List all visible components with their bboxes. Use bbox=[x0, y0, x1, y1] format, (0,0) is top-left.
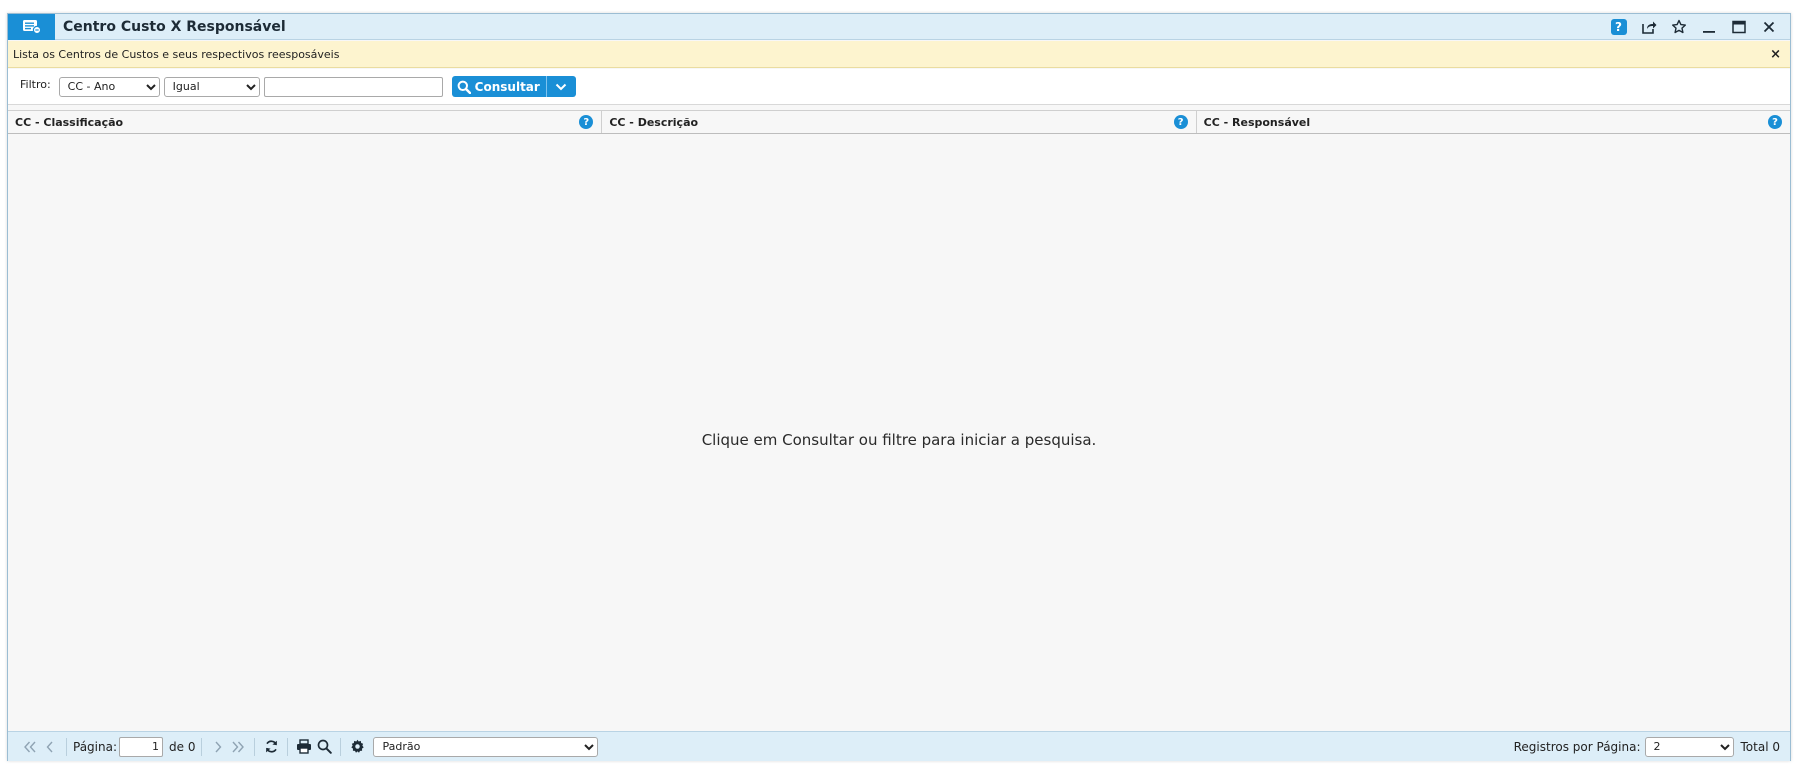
divider bbox=[287, 737, 289, 756]
zoom-search-button[interactable] bbox=[314, 737, 334, 757]
filter-label: Filtro: bbox=[20, 78, 51, 91]
consult-dropdown-button[interactable] bbox=[545, 76, 576, 97]
empty-state-message: Clique em Consultar ou filtre para inici… bbox=[701, 431, 1097, 449]
first-page-button[interactable] bbox=[20, 737, 40, 757]
previous-page-button[interactable] bbox=[40, 737, 60, 757]
filter-bar: Filtro: CC - Ano Igual Consultar bbox=[8, 69, 1790, 105]
minimize-icon bbox=[1702, 30, 1715, 33]
app-window: Centro Custo X Responsável ? Lista os Ce… bbox=[7, 13, 1791, 761]
favorite-button[interactable] bbox=[1667, 16, 1690, 38]
rows-per-page-select[interactable]: 2 bbox=[1644, 736, 1734, 757]
pagination-bar: Página: de 0 bbox=[8, 731, 1790, 761]
app-list-icon bbox=[8, 13, 55, 40]
page-label: Página: bbox=[73, 739, 118, 754]
info-banner: Lista os Centros de Custos e seus respec… bbox=[8, 41, 1790, 68]
search-icon bbox=[457, 80, 471, 94]
minimize-button[interactable] bbox=[1697, 16, 1720, 38]
grid-header: CC - Classificação ? CC - Descrição ? CC… bbox=[8, 110, 1790, 134]
share-button[interactable] bbox=[1637, 16, 1660, 38]
column-label: CC - Classificação bbox=[15, 115, 124, 129]
column-label: CC - Responsável bbox=[1203, 115, 1311, 129]
maximize-icon bbox=[1731, 20, 1746, 33]
settings-button[interactable] bbox=[347, 737, 367, 757]
chevron-right-icon bbox=[215, 741, 222, 752]
double-chevron-left-icon bbox=[24, 741, 36, 752]
maximize-button[interactable] bbox=[1727, 16, 1750, 38]
filter-value-input[interactable] bbox=[263, 76, 443, 97]
rows-per-page-label: Registros por Página: bbox=[1513, 739, 1641, 754]
column-help-icon[interactable]: ? bbox=[579, 115, 594, 129]
divider bbox=[254, 737, 256, 756]
column-help-icon[interactable]: ? bbox=[1767, 115, 1782, 129]
gear-icon bbox=[351, 739, 364, 753]
column-help-icon[interactable]: ? bbox=[1173, 115, 1188, 129]
printer-icon bbox=[297, 739, 312, 754]
close-icon bbox=[1763, 21, 1774, 32]
window-title: Centro Custo X Responsável bbox=[63, 18, 286, 35]
help-button[interactable]: ? bbox=[1607, 16, 1630, 38]
chevron-down-icon bbox=[556, 83, 567, 90]
column-header-responsavel[interactable]: CC - Responsável ? bbox=[1197, 111, 1790, 133]
consult-label: Consultar bbox=[474, 79, 540, 94]
info-message: Lista os Centros de Custos e seus respec… bbox=[13, 47, 340, 61]
magnifier-icon bbox=[317, 739, 332, 754]
refresh-button[interactable] bbox=[261, 737, 281, 757]
total-count: Total 0 bbox=[1740, 739, 1780, 754]
help-icon: ? bbox=[1610, 18, 1627, 35]
share-icon bbox=[1641, 21, 1656, 34]
double-chevron-right-icon bbox=[232, 741, 245, 752]
title-bar: Centro Custo X Responsável ? bbox=[8, 13, 1790, 40]
column-header-descricao[interactable]: CC - Descrição ? bbox=[602, 111, 1197, 133]
divider bbox=[66, 737, 67, 756]
view-select[interactable]: Padrão bbox=[373, 736, 599, 757]
column-header-classificacao[interactable]: CC - Classificação ? bbox=[8, 111, 603, 133]
last-page-button[interactable] bbox=[228, 737, 248, 757]
column-label: CC - Descrição bbox=[609, 115, 699, 129]
star-icon bbox=[1671, 19, 1686, 33]
grid-body: Clique em Consultar ou filtre para inici… bbox=[8, 135, 1790, 745]
consult-button-group: Consultar bbox=[451, 76, 576, 97]
filter-field-select[interactable]: CC - Ano bbox=[58, 76, 160, 97]
pagination-right: Registros por Página: 2 Total 0 bbox=[1513, 736, 1790, 757]
divider bbox=[201, 737, 203, 756]
refresh-icon bbox=[265, 740, 277, 753]
consult-button[interactable]: Consultar bbox=[452, 76, 546, 97]
print-button[interactable] bbox=[294, 737, 314, 757]
chevron-left-icon bbox=[46, 741, 53, 752]
divider bbox=[340, 737, 342, 756]
next-page-button[interactable] bbox=[208, 737, 228, 757]
page-of-label: de 0 bbox=[169, 739, 196, 754]
close-window-button[interactable] bbox=[1757, 16, 1780, 38]
filter-operator-select[interactable]: Igual bbox=[163, 76, 260, 97]
page-number-input[interactable] bbox=[119, 736, 164, 757]
info-close-button[interactable]: × bbox=[1770, 47, 1781, 62]
